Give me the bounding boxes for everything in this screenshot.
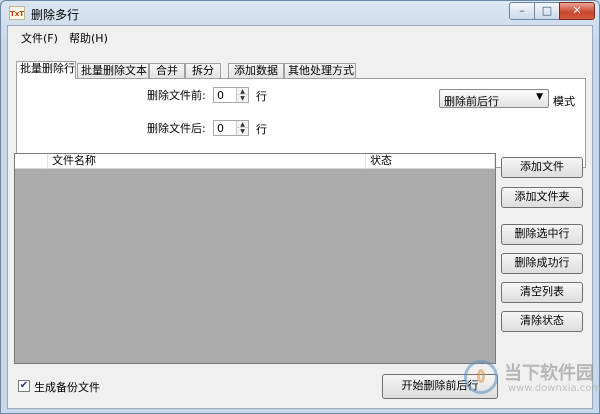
delete-success-button[interactable]: 删除成功行	[501, 253, 583, 274]
menu-help[interactable]: 帮助(H)	[69, 30, 108, 46]
spin-down-icon[interactable]: ▼	[237, 128, 248, 135]
app-icon: TxT	[9, 6, 25, 20]
after-stepper[interactable]: 0 ▲ ▼	[213, 120, 249, 136]
mode-select[interactable]: 删除前后行 ▼	[439, 89, 549, 108]
file-list[interactable]: 文件名称 状态	[14, 153, 496, 364]
tab-batch-delete-lines[interactable]: 批量删除行	[16, 61, 76, 79]
after-label: 删除文件后:	[147, 122, 206, 135]
menu-file[interactable]: 文件(F)	[21, 30, 58, 46]
tab-add-data[interactable]: 添加数据	[228, 63, 284, 78]
after-unit: 行	[256, 123, 267, 136]
list-header-filename[interactable]: 文件名称	[48, 154, 366, 169]
tab-merge[interactable]: 合并	[149, 63, 185, 78]
maximize-button[interactable]: □	[534, 2, 560, 20]
mode-label: 模式	[553, 95, 575, 108]
clear-list-button[interactable]: 清空列表	[501, 282, 583, 303]
spin-up-icon[interactable]: ▲	[237, 88, 248, 95]
client-area: 文件(F) 帮助(H) 批量删除行 批量删除文本 合并 拆分 添加数据 其他处理…	[7, 25, 600, 409]
watermark-logo-mark	[477, 369, 485, 383]
watermark-title: 当下软件园	[504, 363, 594, 384]
list-header-select[interactable]	[15, 154, 48, 169]
backup-checkbox[interactable]: ✔	[18, 380, 30, 392]
backup-checkbox-label[interactable]: 生成备份文件	[34, 379, 100, 395]
tab-other-methods[interactable]: 其他处理方式	[284, 63, 356, 78]
before-stepper[interactable]: 0 ▲ ▼	[213, 87, 249, 103]
chevron-down-icon: ▼	[536, 92, 543, 102]
add-folder-button[interactable]: 添加文件夹	[501, 187, 583, 208]
list-header-status[interactable]: 状态	[366, 154, 495, 169]
watermark: 当下软件园 www.downxia.com	[464, 356, 600, 408]
before-value[interactable]: 0	[217, 89, 224, 102]
menu-bar: 文件(F) 帮助(H)	[8, 26, 592, 46]
title-bar[interactable]: TxT 删除多行 – □ ✕	[1, 1, 599, 25]
delete-selected-button[interactable]: 删除选中行	[501, 224, 583, 245]
list-header: 文件名称 状态	[15, 154, 495, 169]
watermark-url: www.downxia.com	[508, 383, 600, 394]
window-title: 删除多行	[31, 8, 80, 22]
app-window: TxT 删除多行 – □ ✕ 文件(F) 帮助(H) 批量删除行 批量删除文本 …	[0, 0, 600, 414]
spin-up-icon[interactable]: ▲	[237, 121, 248, 128]
spin-down-icon[interactable]: ▼	[237, 95, 248, 102]
add-file-button[interactable]: 添加文件	[501, 157, 583, 178]
before-unit: 行	[256, 90, 267, 103]
tab-split[interactable]: 拆分	[185, 63, 221, 78]
tab-batch-delete-text[interactable]: 批量删除文本	[77, 63, 149, 78]
minimize-button[interactable]: –	[509, 2, 535, 20]
after-value[interactable]: 0	[217, 122, 224, 135]
watermark-logo-icon	[464, 360, 498, 394]
clear-status-button[interactable]: 清除状态	[501, 311, 583, 332]
before-label: 删除文件前:	[147, 89, 206, 102]
mode-selected-value: 删除前后行	[444, 95, 499, 108]
close-button[interactable]: ✕	[559, 2, 595, 20]
